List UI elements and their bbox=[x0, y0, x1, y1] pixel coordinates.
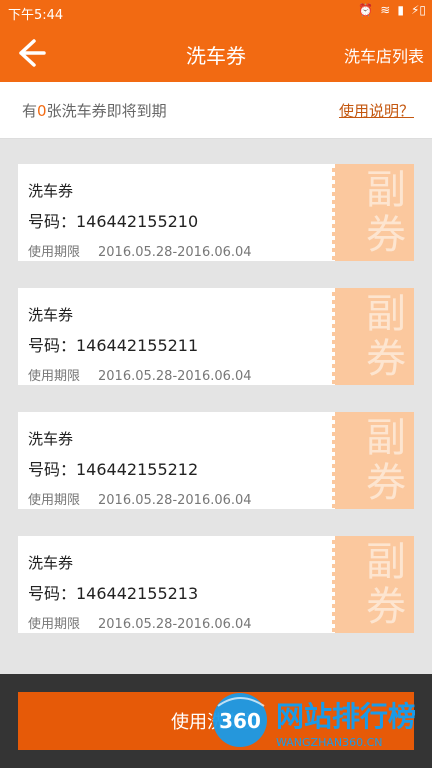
coupon-stub: 副券 bbox=[332, 164, 414, 261]
store-list-link[interactable]: 洗车店列表 bbox=[344, 43, 424, 67]
coupon-period: 使用期限 2016.05.28-2016.06.04 bbox=[28, 489, 252, 508]
expiry-count: 0 bbox=[37, 102, 47, 120]
coupon-name: 洗车券 bbox=[28, 306, 74, 324]
expiry-notice: 有0张洗车券即将到期 使用说明？ bbox=[0, 82, 432, 139]
coupon-period: 使用期限 2016.05.28-2016.06.04 bbox=[28, 241, 252, 260]
period-dates: 2016.05.28-2016.06.04 bbox=[98, 245, 252, 260]
period-dates: 2016.05.28-2016.06.04 bbox=[98, 617, 252, 632]
coupon-code: 号码：146442155213 bbox=[28, 584, 199, 603]
period-label: 使用期限 bbox=[28, 245, 81, 260]
period-dates: 2016.05.28-2016.06.04 bbox=[98, 493, 252, 508]
signal-icon: ▮ bbox=[397, 3, 404, 17]
coupon-code: 号码：146442155210 bbox=[28, 212, 199, 231]
period-label: 使用期限 bbox=[28, 617, 81, 632]
watermark-logo: 360 网站排行榜 WANGZHAN360.CN bbox=[213, 693, 416, 749]
coupon-stub: 副券 bbox=[332, 536, 414, 633]
coupon-code: 号码：146442155212 bbox=[28, 460, 199, 479]
expiry-prefix: 有 bbox=[22, 102, 38, 120]
coupon-card[interactable]: 洗车券 号码：146442155210 使用期限 2016.05.28-2016.… bbox=[18, 164, 414, 261]
coupon-period: 使用期限 2016.05.28-2016.06.04 bbox=[28, 613, 252, 632]
battery-icon: ⚡▯ bbox=[410, 3, 426, 17]
coupon-name: 洗车券 bbox=[28, 430, 74, 448]
app-header: 洗车券 洗车店列表 bbox=[0, 24, 432, 82]
alarm-icon: ⏰ bbox=[358, 3, 374, 17]
svg-text:WANGZHAN360.CN: WANGZHAN360.CN bbox=[276, 736, 383, 749]
status-icons: ⏰ ≋ ▮ ⚡▯ bbox=[358, 3, 426, 17]
status-bar: 下午5:44 ⏰ ≋ ▮ ⚡▯ bbox=[0, 0, 432, 24]
expiry-suffix: 张洗车券即将到期 bbox=[46, 102, 167, 120]
stub-label: 副券 bbox=[366, 539, 406, 630]
coupon-stub: 副券 bbox=[332, 288, 414, 385]
coupon-period: 使用期限 2016.05.28-2016.06.04 bbox=[28, 365, 252, 384]
stub-label: 副券 bbox=[366, 291, 406, 382]
stub-label: 副券 bbox=[366, 415, 406, 506]
wifi-icon: ≋ bbox=[380, 3, 391, 17]
expiry-message: 有0张洗车券即将到期 bbox=[22, 100, 167, 121]
coupon-card[interactable]: 洗车券 号码：146442155212 使用期限 2016.05.28-2016.… bbox=[18, 412, 414, 509]
usage-instructions-link[interactable]: 使用说明？ bbox=[339, 100, 414, 121]
svg-text:360: 360 bbox=[219, 709, 261, 733]
coupon-stub: 副券 bbox=[332, 412, 414, 509]
coupon-name: 洗车券 bbox=[28, 182, 74, 200]
period-dates: 2016.05.28-2016.06.04 bbox=[98, 369, 252, 384]
coupon-card[interactable]: 洗车券 号码：146442155211 使用期限 2016.05.28-2016.… bbox=[18, 288, 414, 385]
coupon-name: 洗车券 bbox=[28, 554, 74, 572]
coupon-card[interactable]: 洗车券 号码：146442155213 使用期限 2016.05.28-2016.… bbox=[18, 536, 414, 633]
coupon-code: 号码：146442155211 bbox=[28, 336, 199, 355]
period-label: 使用期限 bbox=[28, 493, 81, 508]
stub-label: 副券 bbox=[366, 167, 406, 258]
status-time: 下午5:44 bbox=[8, 8, 64, 23]
coupon-list: 洗车券 号码：146442155210 使用期限 2016.05.28-2016.… bbox=[0, 164, 432, 660]
svg-text:网站排行榜: 网站排行榜 bbox=[276, 700, 416, 733]
bottom-action-bar: 使用洗车券 360 网站排行榜 WANGZHAN360.CN bbox=[0, 674, 432, 768]
period-label: 使用期限 bbox=[28, 369, 81, 384]
